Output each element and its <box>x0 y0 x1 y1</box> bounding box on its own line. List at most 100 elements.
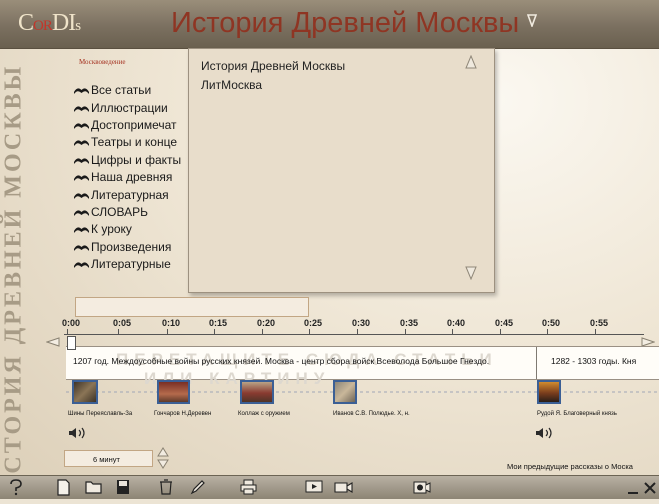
media-thumbnail[interactable] <box>537 380 561 404</box>
header-bar: CORDIs История Древней Москвы <box>0 0 659 49</box>
book-icon <box>74 105 89 112</box>
book-icon <box>74 245 89 251</box>
menu-item[interactable]: Цифры и факты <box>72 152 192 169</box>
thumbnail-label: Коллаж с оружием <box>238 411 290 417</box>
tick-mark <box>167 329 168 334</box>
audio-speaker-icon[interactable] <box>535 427 555 439</box>
thumbnail-image <box>539 382 559 402</box>
menu-item[interactable]: Все статьи <box>72 82 192 99</box>
new-document-icon[interactable] <box>57 479 70 496</box>
tick-label: 0:15 <box>209 318 228 328</box>
title-dropdown-list: История Древней Москвы ЛитМосква <box>188 48 495 293</box>
menu-item[interactable]: Произведения <box>72 239 192 256</box>
media-thumbnail[interactable] <box>240 380 274 404</box>
camera-icon[interactable] <box>333 479 353 494</box>
book-icon <box>74 210 89 216</box>
thumbnail-image <box>242 382 272 402</box>
menu-item[interactable]: Наша древняя <box>72 169 192 186</box>
thumbnail-image <box>74 382 96 402</box>
media-thumbnail[interactable] <box>157 380 190 404</box>
tick-label: 0:45 <box>495 318 514 328</box>
playhead-handle[interactable] <box>67 336 76 350</box>
scroll-down-icon[interactable] <box>465 266 477 280</box>
minimize-icon[interactable] <box>627 479 639 495</box>
tick-label: 0:10 <box>162 318 181 328</box>
tick-label: 0:30 <box>352 318 371 328</box>
book-icon <box>74 88 89 95</box>
tick-mark <box>118 329 119 334</box>
book-icon <box>74 158 89 164</box>
category-menu: Все статьи Иллюстрации Достопримечат Теа… <box>72 82 192 273</box>
tick-mark <box>547 329 548 334</box>
tick-mark <box>67 329 68 334</box>
book-icon <box>74 227 89 234</box>
search-input[interactable] <box>75 297 309 317</box>
tick-mark <box>357 329 358 334</box>
dropdown-item[interactable]: История Древней Москвы <box>201 59 345 73</box>
tick-mark <box>214 329 215 334</box>
tick-label: 0:40 <box>447 318 466 328</box>
thumbnail-label: Иванов С.В. Полюдье. Х, н. <box>333 411 410 417</box>
media-thumbnail[interactable] <box>72 380 98 404</box>
previous-stories-label[interactable]: Мои предыдущие рассказы о Моска <box>507 462 633 471</box>
edit-pencil-icon[interactable] <box>190 479 206 495</box>
book-icon <box>74 140 89 147</box>
video-icon[interactable] <box>411 479 431 495</box>
print-icon[interactable] <box>240 479 257 495</box>
timeline-scroll-left-icon[interactable] <box>46 337 60 347</box>
book-icon <box>74 175 89 182</box>
book-icon <box>74 123 89 129</box>
menu-item[interactable]: К уроку <box>72 221 192 238</box>
tick-mark <box>309 329 310 334</box>
media-thumbnail[interactable] <box>333 380 357 404</box>
tick-label: 0:55 <box>590 318 609 328</box>
dropdown-item[interactable]: ЛитМосква <box>201 78 262 92</box>
tick-mark <box>405 329 406 334</box>
thumbnail-label: Гончаров Н.Деревен <box>154 411 212 417</box>
scroll-up-icon[interactable] <box>465 55 477 69</box>
side-banner: ИСТОРИЯ ДРЕВНЕЙ МОСКВЫ <box>0 63 27 496</box>
slideshow-icon[interactable] <box>305 479 323 494</box>
section-label: Москвоведение <box>79 58 126 66</box>
tick-label: 0:25 <box>304 318 323 328</box>
book-icon <box>74 262 89 269</box>
timeline-ruler: 0:00 0:05 0:10 0:15 0:20 0:25 0:30 0:35 … <box>0 318 659 340</box>
book-icon <box>74 192 89 199</box>
ruler-line <box>64 334 644 335</box>
menu-item[interactable]: Литературная <box>72 186 192 203</box>
tick-mark <box>500 329 501 334</box>
bottom-toolbar <box>0 475 659 499</box>
app-title: История Древней Москвы <box>171 7 520 39</box>
tick-label: 0:20 <box>257 318 276 328</box>
duration-stepper-icon[interactable] <box>156 446 170 470</box>
media-track-line <box>66 391 659 393</box>
delete-icon[interactable] <box>159 479 173 495</box>
menu-item[interactable]: Театры и конце <box>72 134 192 151</box>
thumbnail-label: Шины Переяславль-За <box>68 411 133 417</box>
menu-item[interactable]: Достопримечат <box>72 117 192 134</box>
tick-label: 0:05 <box>113 318 132 328</box>
help-icon[interactable] <box>8 479 24 496</box>
tick-mark <box>262 329 263 334</box>
cordis-logo: CORDIs <box>18 10 81 36</box>
timeline-segment[interactable]: 1207 год. Междоусобные войны русских кня… <box>66 347 537 379</box>
tick-mark <box>595 329 596 334</box>
close-icon[interactable] <box>644 479 656 495</box>
timeline-track[interactable]: ПЕРЕТАЩИТЕ СЮДА СТАТЬИ ИЛИ КАРТИНУ 1207 … <box>66 346 659 388</box>
duration-field[interactable]: 6 минут <box>64 450 153 467</box>
thumbnail-image <box>159 382 188 402</box>
menu-item[interactable]: Литературные <box>72 256 192 273</box>
save-icon[interactable] <box>116 479 130 495</box>
tick-label: 0:50 <box>542 318 561 328</box>
timeline-segment[interactable]: 1282 - 1303 годы. Кня <box>537 347 659 379</box>
thumbnail-label: Рудой Я. Благоверный князь <box>537 411 617 417</box>
menu-item[interactable]: СЛОВАРЬ <box>72 204 192 221</box>
tick-label: 0:00 <box>62 318 81 328</box>
thumbnail-image <box>335 382 355 402</box>
tick-label: 0:35 <box>400 318 419 328</box>
open-folder-icon[interactable] <box>85 479 103 494</box>
title-dropdown-icon[interactable] <box>526 13 538 30</box>
menu-item[interactable]: Иллюстрации <box>72 99 192 116</box>
audio-speaker-icon[interactable] <box>68 427 88 439</box>
tick-mark <box>452 329 453 334</box>
